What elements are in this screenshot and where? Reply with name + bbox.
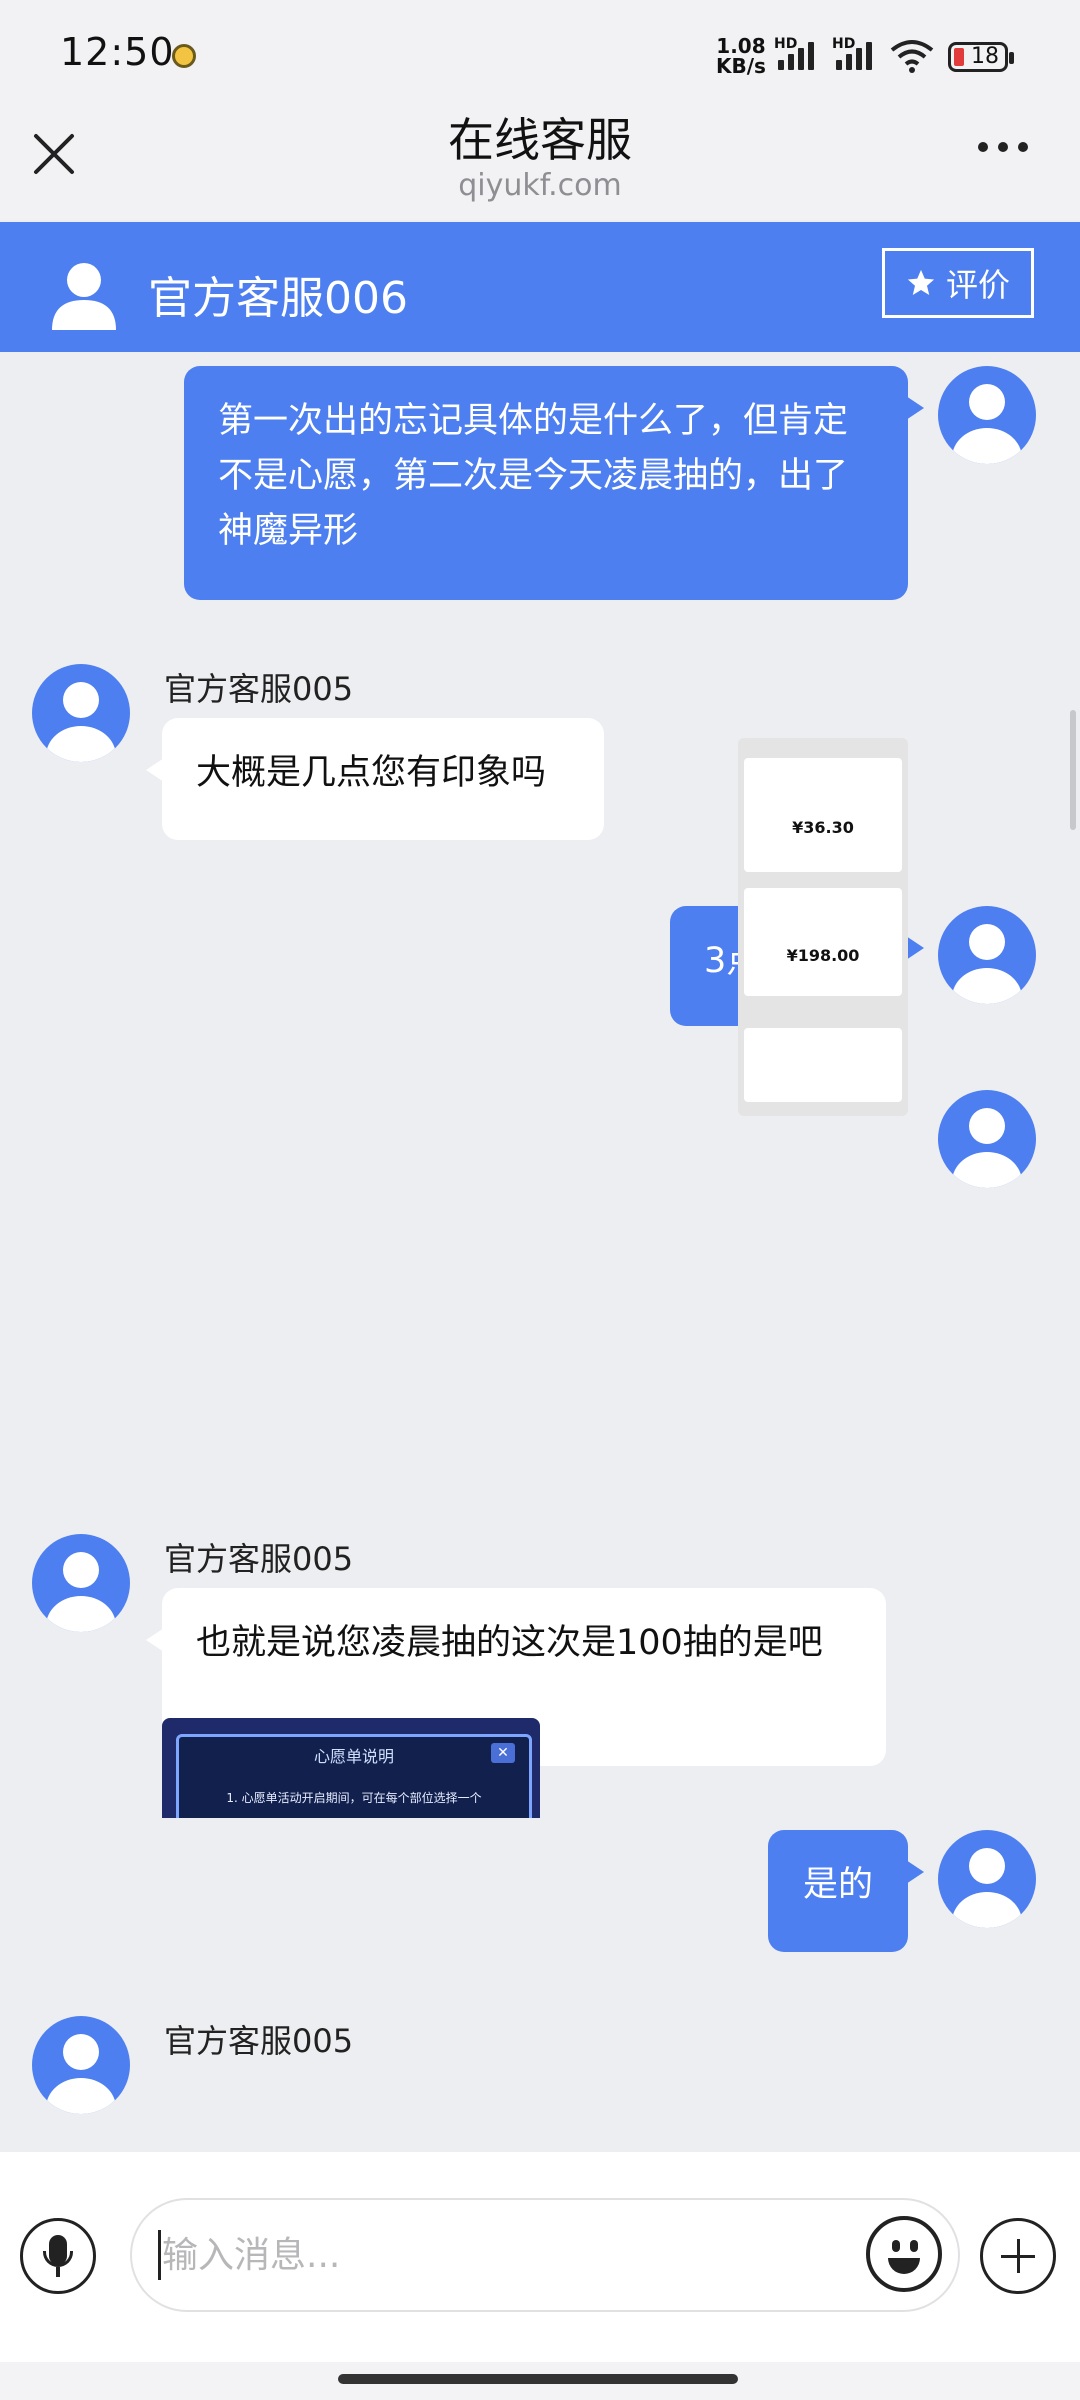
status-time: 12:50 [60, 30, 175, 74]
user-avatar [938, 1830, 1036, 1928]
battery-fill [954, 48, 964, 66]
agent-header: 官方客服006 评价 [0, 222, 1080, 352]
message-bubble-outgoing[interactable]: 是的 [768, 1830, 924, 1952]
more-options-icon[interactable] [978, 142, 1028, 152]
agent-avatar [32, 1534, 130, 1632]
user-avatar [938, 366, 1036, 464]
chat-list[interactable]: 第一次出的忘记具体的是什么了，但肯定不是心愿，第二次是今天凌晨抽的，出了神魔异形… [0, 352, 1080, 2152]
message-input[interactable] [130, 2198, 960, 2312]
rate-button[interactable]: 评价 [882, 248, 1034, 318]
user-avatar [938, 906, 1036, 1004]
image-close-icon: ✕ [491, 1743, 515, 1763]
add-attachment-button[interactable] [980, 2218, 1056, 2294]
battery-level: 18 [971, 44, 999, 69]
wifi-icon [890, 40, 934, 73]
network-speed-value: 1.08 [716, 34, 766, 58]
message-bubble-outgoing[interactable]: 第一次出的忘记具体的是什么了，但肯定不是心愿，第二次是今天凌晨抽的，出了神魔异形 [184, 366, 924, 600]
network-speed-unit: KB/s [716, 54, 766, 78]
app-notification-icon [172, 44, 196, 68]
voice-button[interactable] [20, 2218, 96, 2294]
sender-name: 官方客服005 [164, 1540, 354, 1578]
page-domain: qiyukf.com [458, 168, 622, 203]
home-indicator[interactable] [338, 2374, 738, 2384]
emoji-button[interactable] [866, 2216, 942, 2292]
network-speed: 1.08 KB/s [716, 36, 766, 76]
text-cursor [158, 2230, 161, 2280]
image-amount-2: ¥198.00 [786, 946, 860, 965]
agent-avatar-icon [52, 263, 116, 330]
image-tip: 1. 心愿单活动开启期间，可在每个部位选择一个 [226, 1791, 482, 1805]
battery-icon: 18 [948, 42, 1014, 72]
page-title: 在线客服 [448, 113, 632, 167]
agent-avatar [32, 2016, 130, 2114]
message-image-game[interactable]: 心愿单说明 ✕ 1. 心愿单活动开启期间，可在每个部位选择一个 [162, 1718, 540, 1818]
sender-name: 官方客服005 [164, 670, 354, 708]
image-amount-1: ¥36.30 [792, 818, 854, 837]
user-avatar [938, 1090, 1036, 1188]
smiley-icon [888, 2258, 920, 2274]
rate-label: 评价 [945, 266, 1010, 304]
image-title: 心愿单说明 [313, 1747, 394, 1766]
scrollbar[interactable] [1070, 710, 1076, 830]
signal-icon-2 [836, 40, 872, 70]
star-icon [907, 269, 935, 295]
agent-avatar [32, 664, 130, 762]
message-image-screenshot[interactable]: ¥36.30 ¥198.00 [738, 738, 908, 1116]
message-bubble-incoming[interactable]: 大概是几点您有印象吗 [146, 718, 604, 840]
agent-name: 官方客服006 [148, 273, 408, 324]
signal-icon [778, 40, 814, 70]
sender-name: 官方客服005 [164, 2022, 354, 2060]
